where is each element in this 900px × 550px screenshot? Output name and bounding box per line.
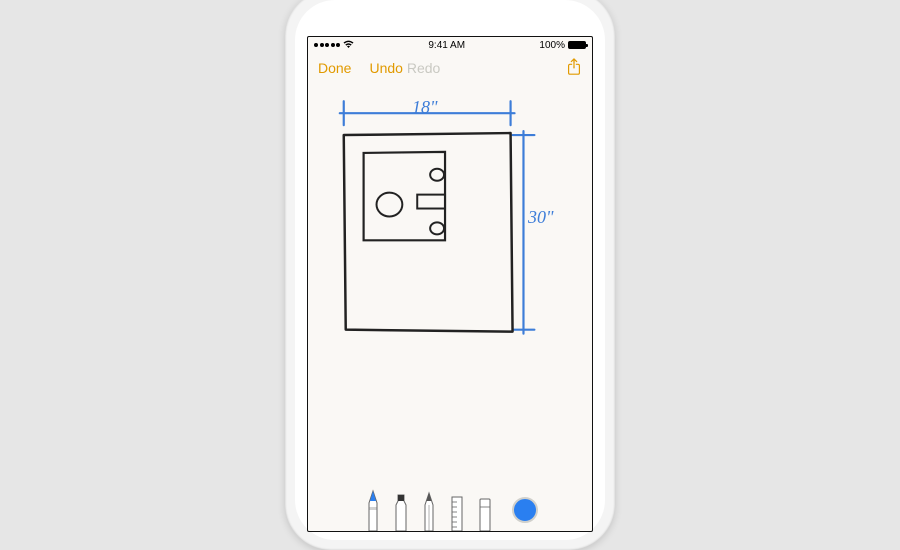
redo-button: Redo [407, 60, 440, 76]
dimension-height-label: 30" [528, 207, 554, 228]
wifi-icon [343, 40, 354, 51]
eraser-tool[interactable] [474, 489, 496, 531]
device-frame: 9:41 AM 100% Done Undo Redo [285, 0, 615, 550]
color-swatch[interactable] [512, 497, 538, 523]
pencil-tool[interactable] [418, 489, 440, 531]
status-bar: 9:41 AM 100% [308, 37, 592, 53]
nav-bar: Done Undo Redo [308, 53, 592, 83]
tool-bar [308, 481, 592, 531]
dimension-width-label: 18" [412, 97, 438, 118]
status-time: 9:41 AM [428, 40, 465, 51]
ruler-tool[interactable] [446, 489, 468, 531]
marker-tool[interactable] [390, 489, 412, 531]
status-right: 100% [539, 40, 586, 51]
sketch-drawing [308, 83, 592, 481]
done-button[interactable]: Done [318, 60, 351, 76]
drawing-canvas[interactable]: 18" 30" [308, 83, 592, 481]
signal-dots-icon [314, 43, 340, 47]
pen-tool[interactable] [362, 489, 384, 531]
share-icon[interactable] [566, 58, 582, 79]
battery-icon [568, 41, 586, 49]
undo-button[interactable]: Undo [369, 60, 402, 76]
screen: 9:41 AM 100% Done Undo Redo [307, 36, 593, 532]
status-left [314, 40, 354, 51]
battery-percent: 100% [539, 40, 565, 51]
device-inner: 9:41 AM 100% Done Undo Redo [295, 0, 605, 540]
